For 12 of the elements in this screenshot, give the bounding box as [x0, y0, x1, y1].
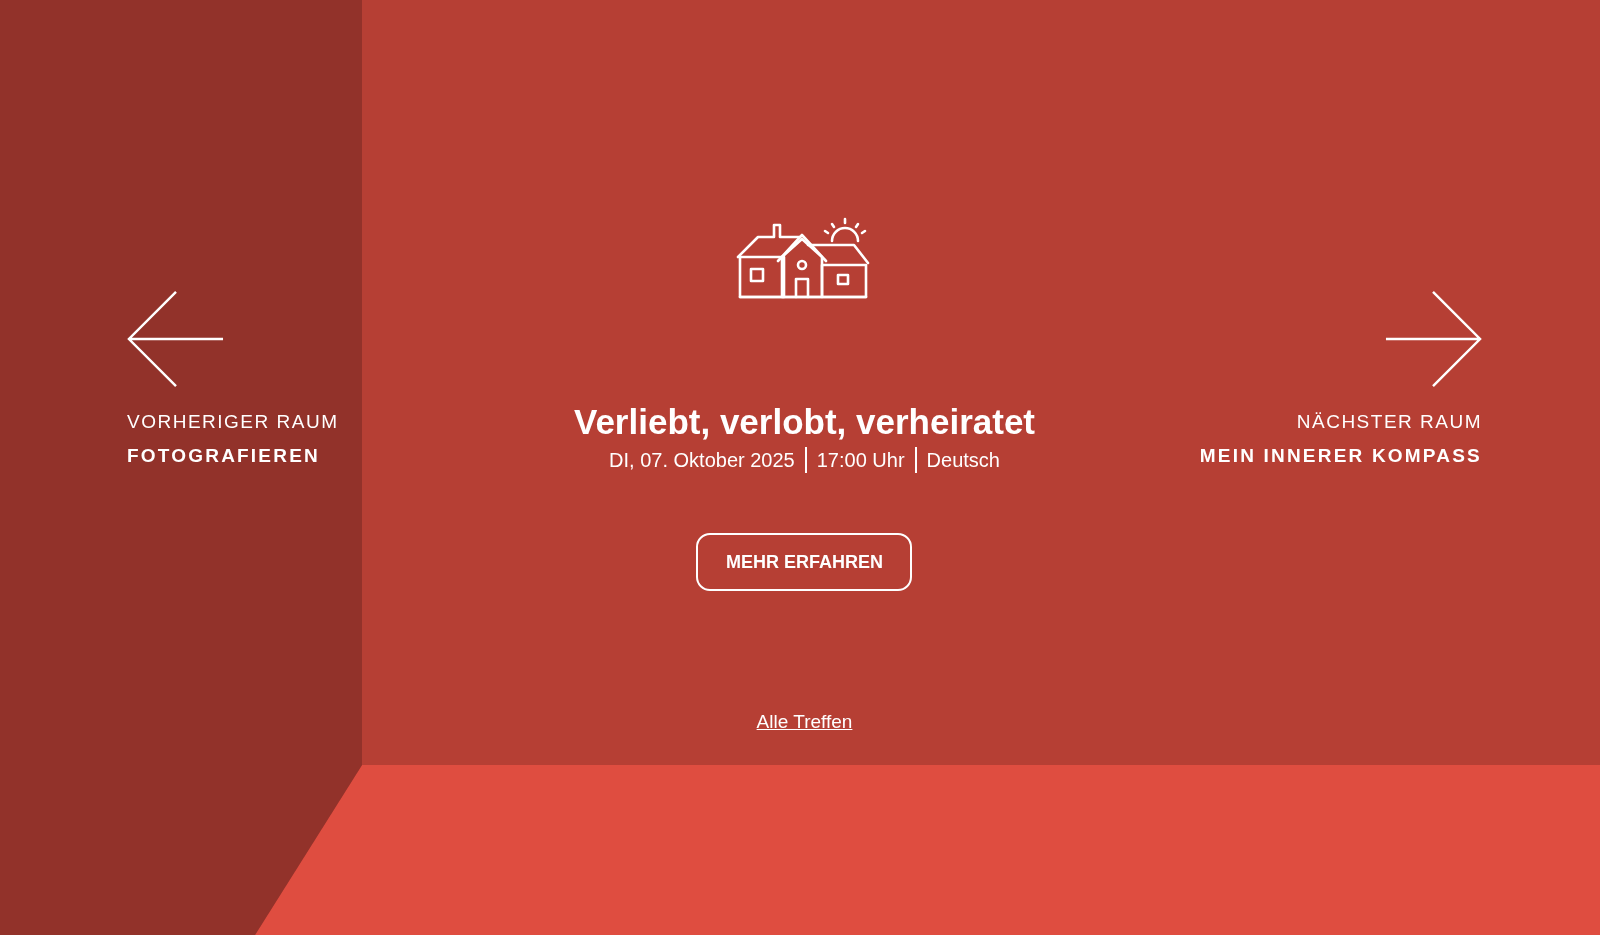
- room-link[interactable]: MEIN INNERER KOMPASS: [1199, 444, 1482, 468]
- room-label: NÄCHSTER RAUM: [1296, 410, 1482, 434]
- event-detail: Deutsch: [914, 447, 1000, 473]
- arrow-left-icon[interactable]: [127, 290, 225, 388]
- event-title: Verliebt, verlobt, verheiratet: [574, 401, 1035, 443]
- event-detail: 17:00 Uhr: [804, 447, 905, 473]
- room-link[interactable]: FOTOGRAFIEREN: [127, 444, 574, 468]
- more-button[interactable]: MEHR ERFAHREN: [696, 533, 913, 591]
- event-detail: DI, 07. Oktober 2025: [609, 448, 795, 473]
- room-label: VORHERIGER RAUM: [127, 410, 340, 434]
- arrow-right-icon[interactable]: [1384, 290, 1482, 388]
- all-meetings-link[interactable]: Alle Treffen: [756, 711, 853, 733]
